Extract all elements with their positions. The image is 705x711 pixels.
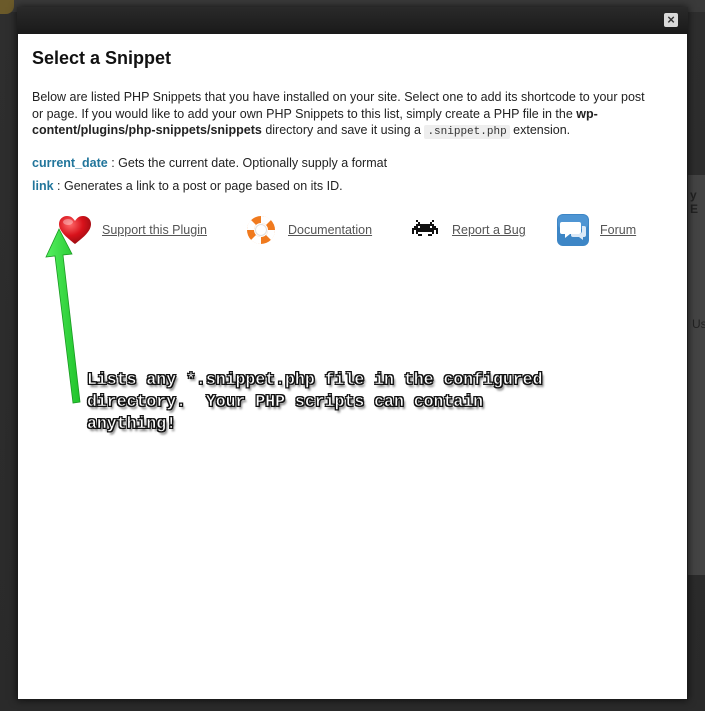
intro-text-part: Below are listed PHP Snippets that you h… xyxy=(32,90,645,121)
close-button[interactable]: × xyxy=(664,13,678,27)
background-text: y E xyxy=(690,188,699,216)
snippet-item: current_date : Gets the current date. Op… xyxy=(32,156,387,170)
background-text: Us xyxy=(692,317,705,331)
intro-text-part: directory and save it using a xyxy=(261,123,425,137)
forum-label: Forum xyxy=(600,223,637,237)
snippet-item: link : Generates a link to a post or pag… xyxy=(32,179,343,193)
documentation-link[interactable]: Documentation xyxy=(244,212,372,248)
speech-bubble-icon xyxy=(556,213,590,247)
forum-link[interactable]: Forum xyxy=(556,212,636,248)
snippet-description: : Generates a link to a post or page bas… xyxy=(53,179,343,193)
intro-text: Below are listed PHP Snippets that you h… xyxy=(32,89,657,141)
annotation-text: Lists any *.snippet.php file in the conf… xyxy=(87,370,543,434)
modal-titlebar: × xyxy=(17,7,688,34)
snippet-description: : Gets the current date. Optionally supp… xyxy=(107,156,388,170)
intro-text-part: extension. xyxy=(509,123,571,137)
support-plugin-label: Support this Plugin xyxy=(102,223,207,237)
snippet-modal: × Select a Snippet Below are listed PHP … xyxy=(17,7,688,700)
snippet-link-link[interactable]: link xyxy=(32,179,54,193)
modal-body: Select a Snippet Below are listed PHP Sn… xyxy=(18,34,687,699)
report-bug-link[interactable]: Report a Bug xyxy=(408,212,526,248)
plugin-links: Support this Plugin Documentation Report… xyxy=(58,212,678,248)
background-side-panel xyxy=(688,175,705,575)
bug-icon xyxy=(408,213,442,247)
modal-title: Select a Snippet xyxy=(32,48,172,68)
snippet-link-current-date[interactable]: current_date xyxy=(32,156,108,170)
report-bug-label: Report a Bug xyxy=(452,223,526,237)
documentation-label: Documentation xyxy=(288,223,373,237)
extension-code: .snippet.php xyxy=(424,125,510,139)
lifebuoy-icon xyxy=(244,213,278,247)
